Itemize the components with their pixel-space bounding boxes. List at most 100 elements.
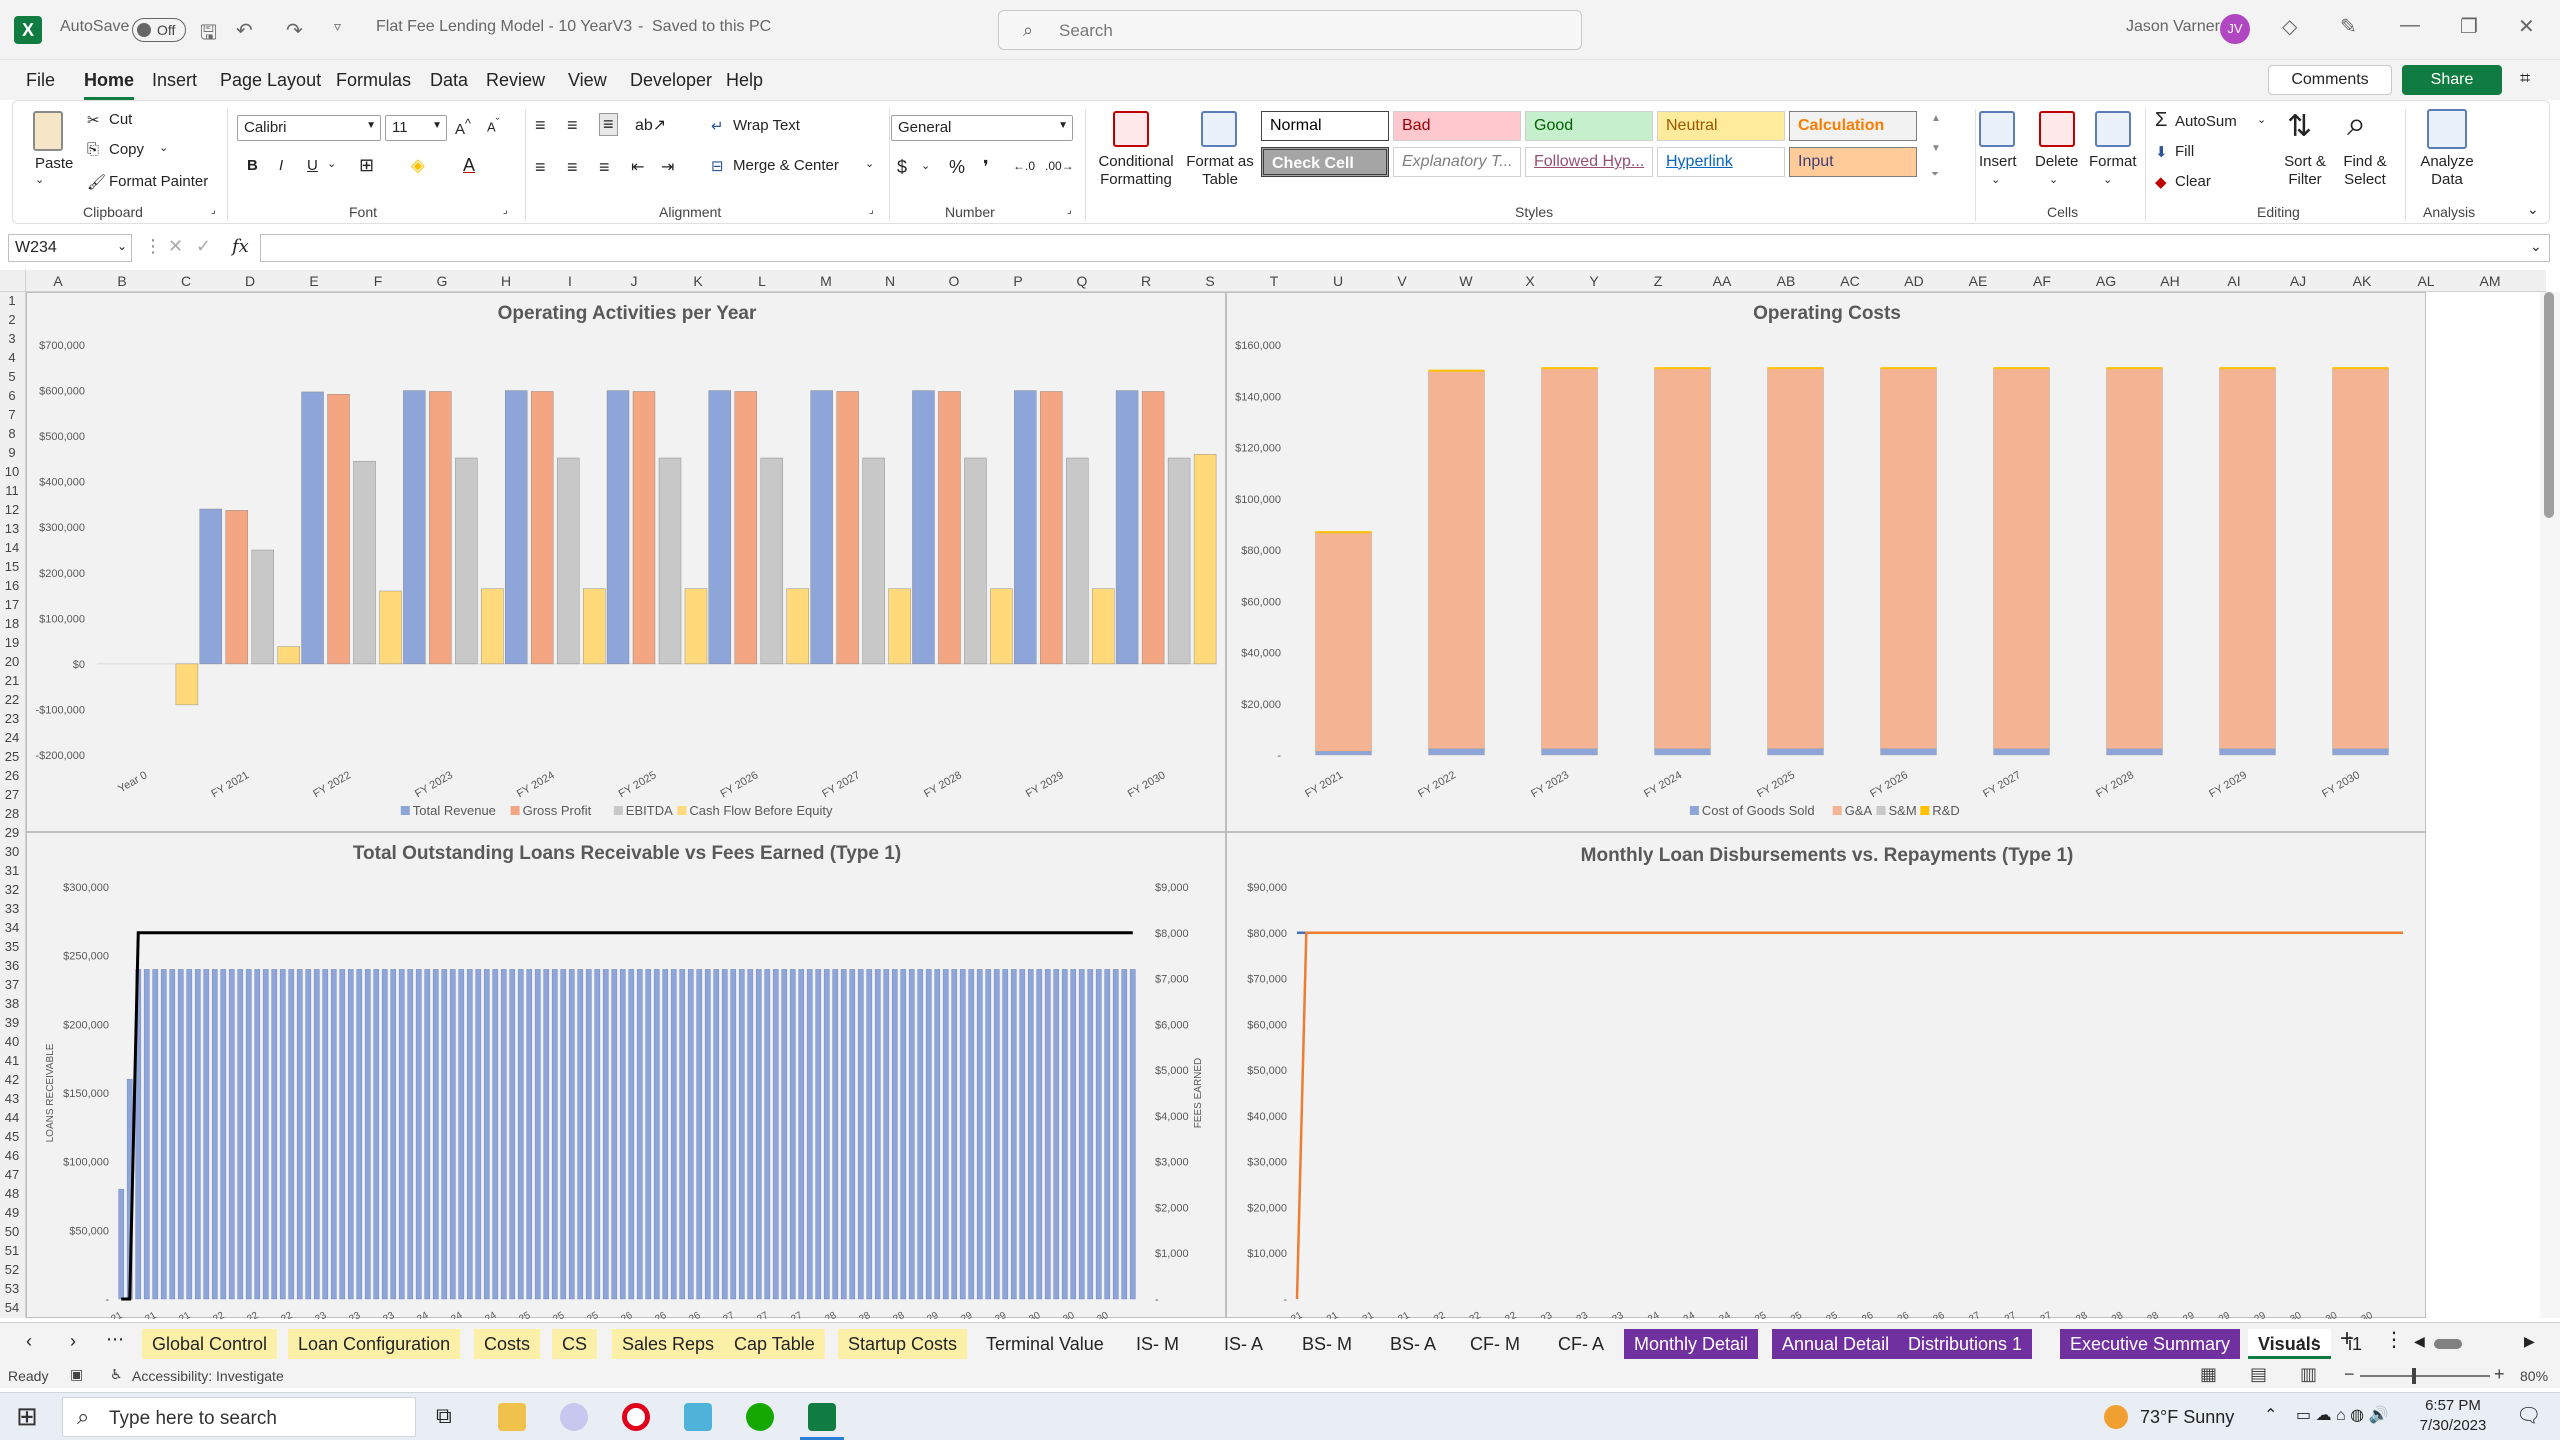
opera-icon[interactable]	[622, 1403, 650, 1431]
row-header[interactable]: 6	[0, 388, 24, 403]
horizontal-scrollbar-thumb[interactable]	[2434, 1339, 2462, 1349]
insert-function-icon[interactable]: fx	[232, 236, 249, 257]
font-name-combo[interactable]: Calibri ▼	[237, 115, 381, 141]
styles-more-icon[interactable]: ⏷	[1931, 169, 1939, 180]
cell-style-normal[interactable]: Normal	[1261, 111, 1389, 141]
find-select-button[interactable]: Find & Select	[2335, 153, 2395, 189]
row-header[interactable]: 34	[0, 920, 24, 935]
tab-loan-configuration[interactable]: Loan Configuration	[288, 1329, 461, 1359]
conditional-formatting-button[interactable]: Conditional Formatting	[1093, 153, 1179, 189]
row-header[interactable]: 48	[0, 1186, 24, 1201]
row-header[interactable]: 49	[0, 1205, 24, 1220]
column-header-t[interactable]: T	[1242, 273, 1306, 289]
share-button[interactable]: Share	[2402, 65, 2502, 95]
row-header[interactable]: 5	[0, 369, 24, 384]
formula-input[interactable]	[260, 234, 2550, 262]
row-header[interactable]: 33	[0, 901, 24, 916]
orientation-icon[interactable]: ab↗	[635, 115, 666, 135]
format-as-table-icon[interactable]	[1201, 111, 1237, 147]
tab-global-control[interactable]: Global Control	[142, 1329, 278, 1359]
page-layout-view-icon[interactable]: ▤	[2250, 1364, 2267, 1385]
menu-home[interactable]: Home	[84, 70, 135, 100]
tray-chevron-icon[interactable]: ⌃	[2264, 1405, 2277, 1425]
column-header-x[interactable]: X	[1498, 273, 1562, 289]
cut-icon[interactable]: ✂	[87, 111, 100, 129]
hscroll-left-icon[interactable]: ◀	[2414, 1333, 2425, 1350]
align-middle-icon[interactable]: ≡	[567, 115, 578, 136]
menu-file[interactable]: File	[26, 70, 55, 91]
column-header-ag[interactable]: AG	[2074, 273, 2138, 289]
row-header[interactable]: 22	[0, 692, 24, 707]
row-header[interactable]: 52	[0, 1262, 24, 1277]
tab-terminal-value[interactable]: Terminal Value	[976, 1329, 1114, 1359]
autosum-button[interactable]: AutoSum	[2175, 113, 2237, 130]
column-header-al[interactable]: AL	[2394, 273, 2458, 289]
hscroll-right-icon[interactable]: ▶	[2524, 1333, 2535, 1350]
column-header-u[interactable]: U	[1306, 273, 1370, 289]
zoom-in-icon[interactable]: +	[2494, 1364, 2505, 1385]
tabs-more-icon[interactable]: ⋯	[106, 1329, 124, 1350]
normal-view-icon[interactable]: ▦	[2200, 1364, 2217, 1385]
cell-style-bad[interactable]: Bad	[1393, 111, 1521, 141]
column-header-ab[interactable]: AB	[1754, 273, 1818, 289]
macro-record-icon[interactable]: ▣	[70, 1366, 83, 1383]
row-header[interactable]: 23	[0, 711, 24, 726]
font-launcher-icon[interactable]: ⌟	[503, 205, 508, 216]
minimize-icon[interactable]: —	[2400, 14, 2420, 37]
styles-scroll-down-icon[interactable]: ▼	[1931, 143, 1941, 154]
row-header[interactable]: 8	[0, 426, 24, 441]
comma-icon[interactable]: ❜	[983, 157, 989, 178]
new-sheet-icon[interactable]: +	[2340, 1325, 2354, 1353]
tab-visuals[interactable]: Visuals	[2248, 1329, 2331, 1359]
column-header-n[interactable]: N	[858, 273, 922, 289]
row-header[interactable]: 19	[0, 635, 24, 650]
row-header[interactable]: 30	[0, 844, 24, 859]
increase-decimal-icon[interactable]: ←.0	[1013, 159, 1035, 173]
sort-filter-icon[interactable]: ⇅	[2287, 109, 2312, 144]
delete-cells-button[interactable]: Delete	[2035, 153, 2078, 170]
column-header-q[interactable]: Q	[1050, 273, 1114, 289]
menu-developer[interactable]: Developer	[630, 70, 712, 91]
column-header-g[interactable]: G	[410, 273, 474, 289]
column-header-p[interactable]: P	[986, 273, 1050, 289]
merge-center-button[interactable]: Merge & Center	[733, 157, 839, 174]
find-select-icon[interactable]: ⌕	[2347, 105, 2366, 144]
row-header[interactable]: 31	[0, 863, 24, 878]
column-header-z[interactable]: Z	[1626, 273, 1690, 289]
column-header-aj[interactable]: AJ	[2266, 273, 2330, 289]
app-icon[interactable]	[684, 1403, 712, 1431]
tab-executive-summary[interactable]: Executive Summary	[2060, 1329, 2241, 1359]
align-center-icon[interactable]: ≡	[567, 157, 578, 178]
column-header-w[interactable]: W	[1434, 273, 1498, 289]
copy-button[interactable]: Copy	[109, 141, 144, 158]
increase-indent-icon[interactable]: ⇥	[661, 157, 674, 177]
insert-dropdown-icon[interactable]: ⌄	[1991, 173, 2000, 186]
row-header[interactable]: 53	[0, 1281, 24, 1296]
menu-page-layout[interactable]: Page Layout	[220, 70, 321, 91]
format-as-table-button[interactable]: Format as Table	[1185, 153, 1255, 189]
close-icon[interactable]: ✕	[2518, 14, 2535, 39]
column-header-ah[interactable]: AH	[2138, 273, 2202, 289]
tabs-next-icon[interactable]: ›	[70, 1331, 76, 1352]
align-left-icon[interactable]: ≡	[535, 157, 546, 178]
delete-dropdown-icon[interactable]: ⌄	[2049, 173, 2058, 186]
row-header[interactable]: 3	[0, 331, 24, 346]
row-header[interactable]: 43	[0, 1091, 24, 1106]
row-header[interactable]: 18	[0, 616, 24, 631]
row-header[interactable]: 25	[0, 749, 24, 764]
column-header-c[interactable]: C	[154, 273, 218, 289]
enter-icon[interactable]: ✓	[196, 236, 211, 257]
tab-startup-costs[interactable]: Startup Costs	[838, 1329, 968, 1359]
row-header[interactable]: 29	[0, 825, 24, 840]
select-all-corner[interactable]	[0, 270, 26, 292]
insert-cells-icon[interactable]	[1979, 111, 2015, 147]
tabs-overflow-icon[interactable]: ⋯	[2298, 1327, 2318, 1352]
sheet-options-icon[interactable]: ⋮	[2384, 1327, 2404, 1352]
name-box[interactable]: W234 ⌄	[8, 234, 132, 262]
column-header-h[interactable]: H	[474, 273, 538, 289]
row-header[interactable]: 51	[0, 1243, 24, 1258]
menu-data[interactable]: Data	[430, 70, 468, 91]
column-header-ac[interactable]: AC	[1818, 273, 1882, 289]
row-header[interactable]: 7	[0, 407, 24, 422]
menu-formulas[interactable]: Formulas	[336, 70, 411, 91]
